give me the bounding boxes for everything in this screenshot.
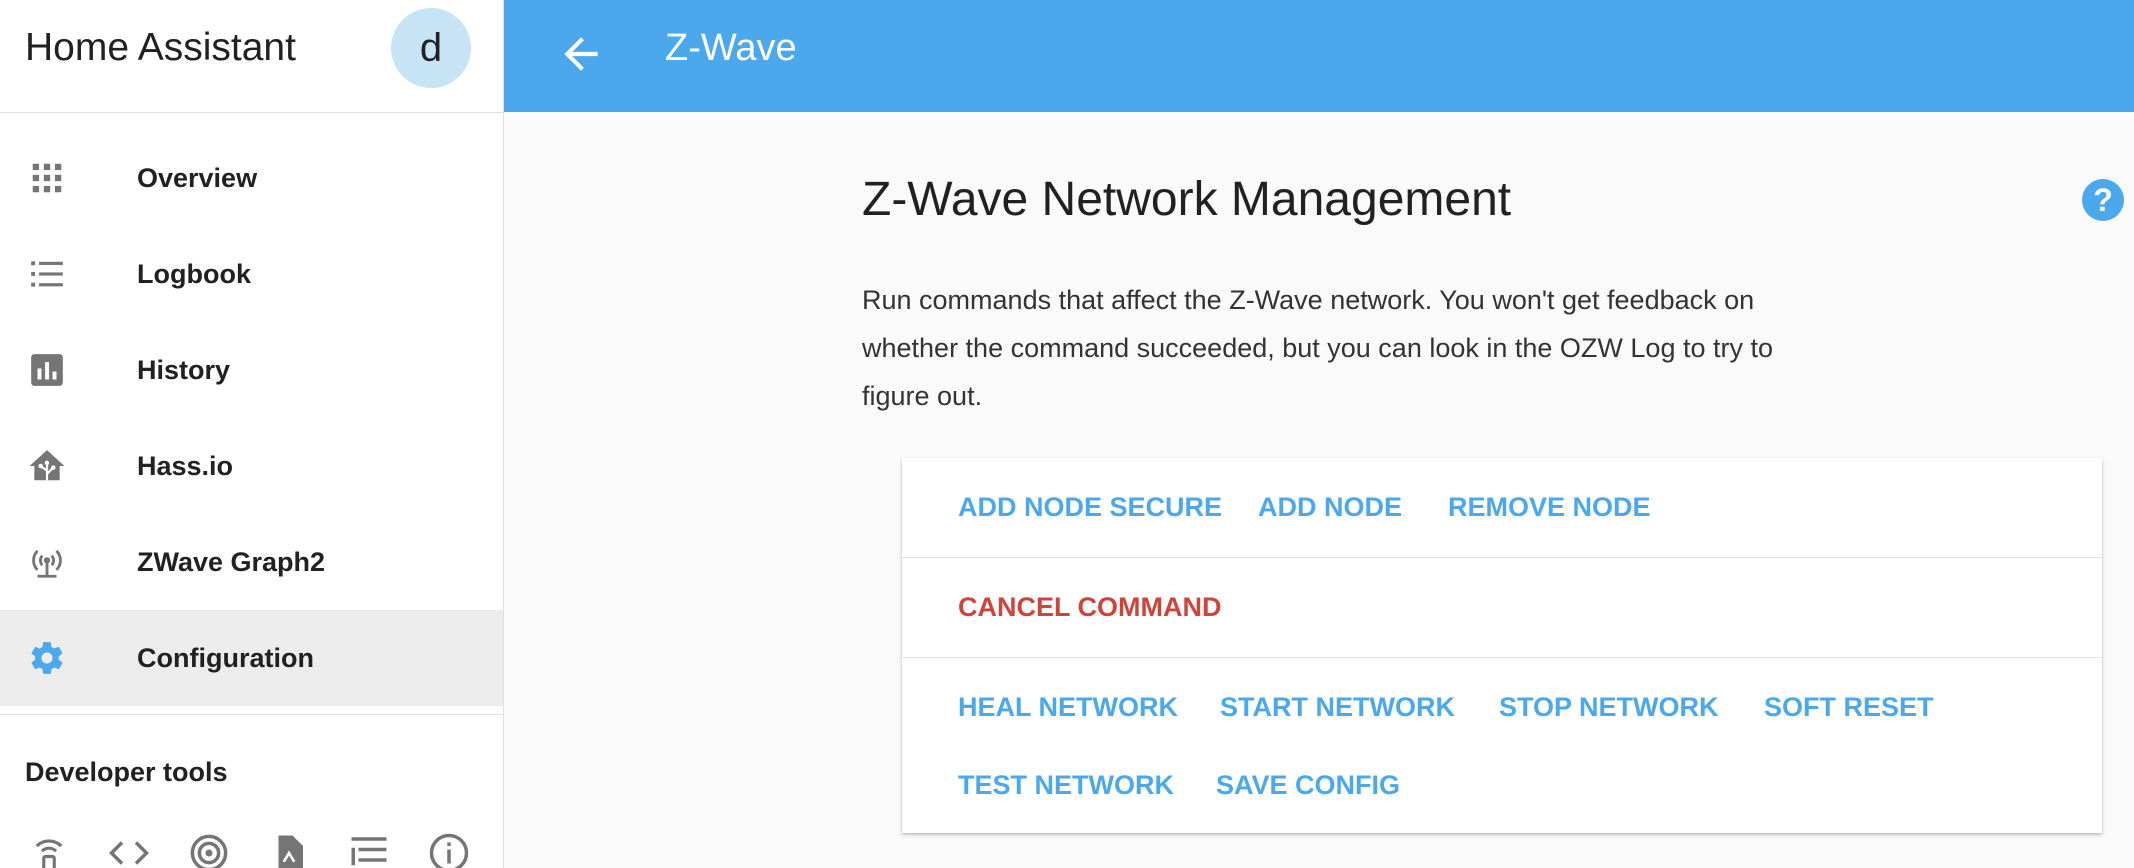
page-description: Run commands that affect the Z-Wave netw… <box>862 285 1773 411</box>
file-icon[interactable] <box>268 832 310 868</box>
sidebar-item-label: Configuration <box>137 643 314 673</box>
info-icon[interactable] <box>428 832 470 868</box>
app-header: Z-Wave <box>504 0 2134 112</box>
sidebar-nav: Overview Logbook History Hass.io ZWave G… <box>0 130 503 706</box>
help-icon[interactable]: ? <box>2082 179 2124 221</box>
user-avatar[interactable]: d <box>391 8 471 88</box>
home-assistant-icon <box>29 450 65 481</box>
test-network-button[interactable]: TEST NETWORK <box>958 770 1174 801</box>
stop-network-button[interactable]: STOP NETWORK <box>1499 692 1719 723</box>
podcast-icon[interactable] <box>188 832 230 868</box>
sidebar-item-label: Overview <box>137 163 258 193</box>
header-title: Z-Wave <box>665 27 797 69</box>
page-title: Z-Wave Network Management <box>862 173 1512 226</box>
cancel-command-button[interactable]: CANCEL COMMAND <box>958 592 1222 623</box>
add-node-secure-button[interactable]: ADD NODE SECURE <box>958 492 1222 523</box>
save-config-button[interactable]: SAVE CONFIG <box>1216 770 1400 801</box>
developer-tools-title: Developer tools <box>25 757 228 787</box>
card-row-network: HEAL NETWORK START NETWORK STOP NETWORK … <box>902 658 2102 833</box>
arrow-left-icon[interactable] <box>556 29 606 79</box>
sidebar-item-history[interactable]: History <box>0 322 503 418</box>
sidebar-header: Home Assistant d <box>0 0 503 113</box>
sidebar-item-configuration[interactable]: Configuration <box>0 610 503 706</box>
sidebar-divider <box>0 714 503 715</box>
sidebar-item-label: Hass.io <box>137 451 234 481</box>
soft-reset-button[interactable]: SOFT RESET <box>1764 692 1934 723</box>
add-node-button[interactable]: ADD NODE <box>1258 492 1402 523</box>
list-icon <box>31 261 63 287</box>
start-network-button[interactable]: START NETWORK <box>1220 692 1455 723</box>
tree-list-icon[interactable] <box>348 832 390 868</box>
sidebar-item-label: Logbook <box>137 259 251 289</box>
sidebar: Home Assistant d Overview Logbook Histor… <box>0 0 504 868</box>
remote-icon[interactable] <box>28 832 70 868</box>
gear-icon <box>31 642 63 674</box>
chart-box-icon <box>31 354 63 386</box>
network-management-card: ADD NODE SECURE ADD NODE REMOVE NODE CAN… <box>902 458 2102 833</box>
heal-network-button[interactable]: HEAL NETWORK <box>958 692 1178 723</box>
app-title: Home Assistant <box>25 26 296 69</box>
card-row-cancel: CANCEL COMMAND <box>902 558 2102 658</box>
sidebar-item-hassio[interactable]: Hass.io <box>0 418 503 514</box>
remove-node-button[interactable]: REMOVE NODE <box>1448 492 1651 523</box>
grid-icon <box>32 163 62 193</box>
card-row-node: ADD NODE SECURE ADD NODE REMOVE NODE <box>902 458 2102 558</box>
sidebar-item-label: History <box>137 355 231 385</box>
sidebar-item-zwave-graph2[interactable]: ZWave Graph2 <box>0 514 503 610</box>
sidebar-item-logbook[interactable]: Logbook <box>0 226 503 322</box>
code-icon[interactable] <box>108 832 150 868</box>
antenna-icon <box>32 549 62 578</box>
sidebar-item-label: ZWave Graph2 <box>137 547 326 577</box>
sidebar-item-overview[interactable]: Overview <box>0 130 503 226</box>
developer-tools-bar <box>28 832 508 868</box>
